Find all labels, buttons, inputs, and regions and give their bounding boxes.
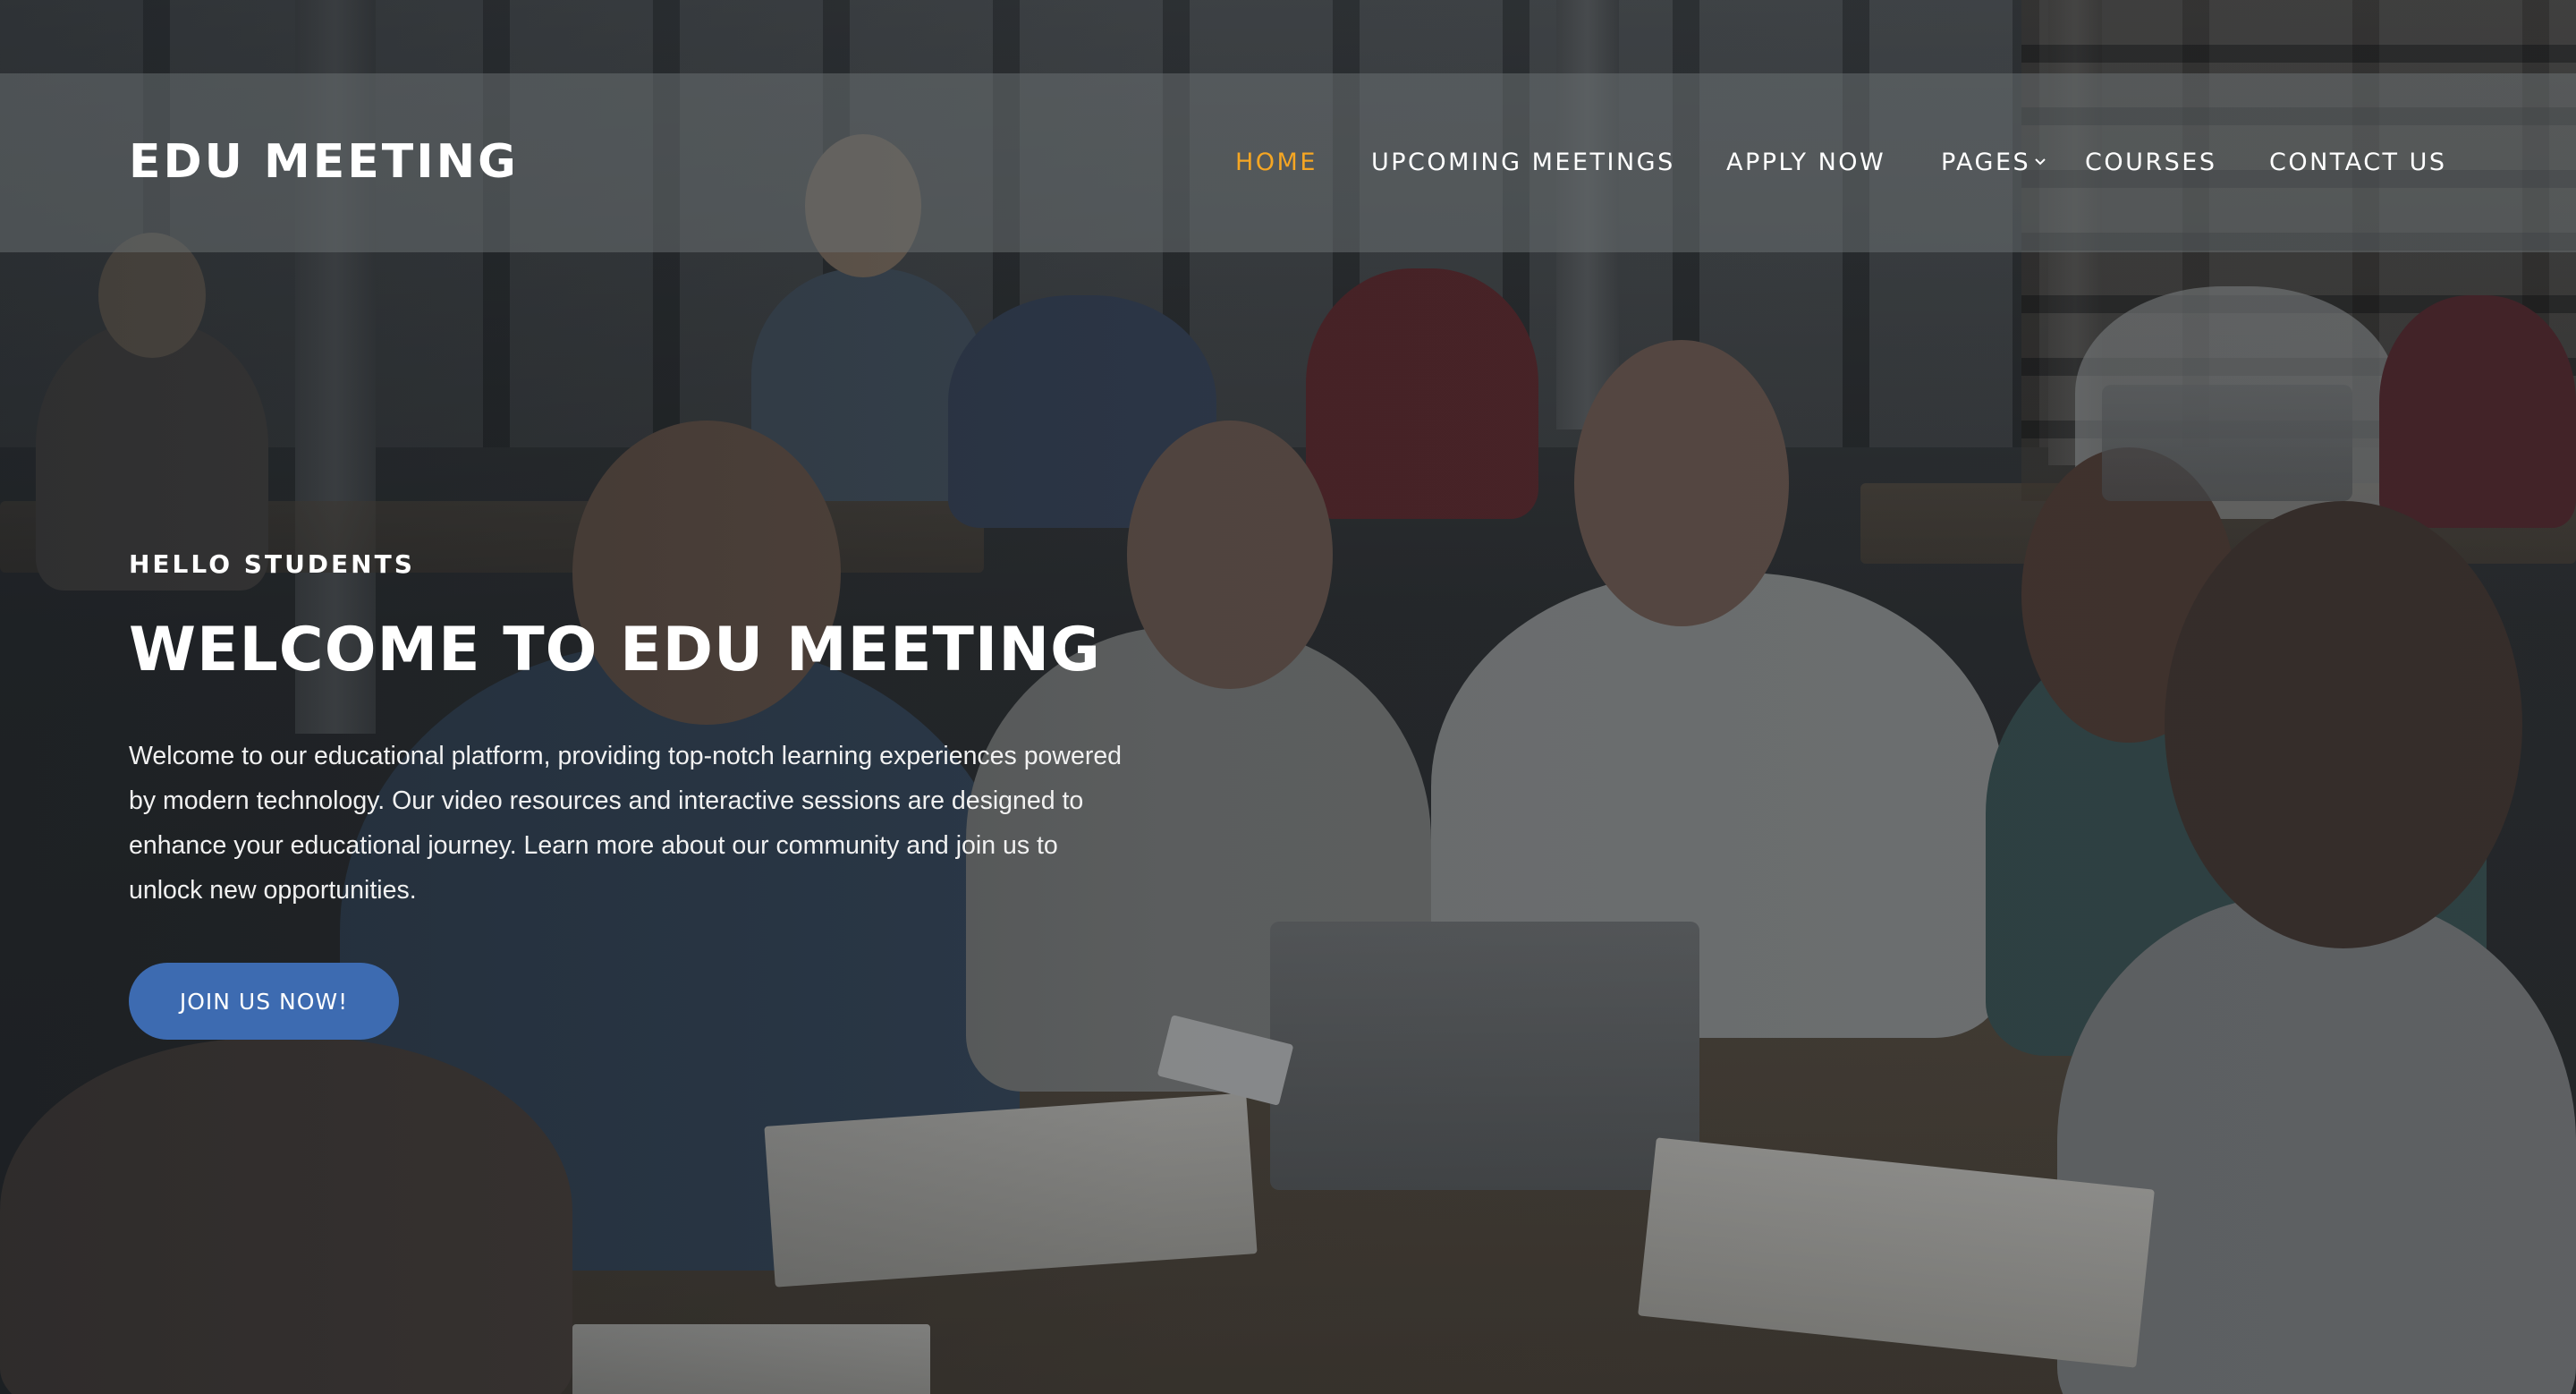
nav-item-home[interactable]: HOME [1235,149,1318,177]
site-logo[interactable]: EDU MEETING [129,139,519,185]
hero-title: WELCOME TO EDU MEETING [129,615,1101,685]
nav-item-apply-now[interactable]: APPLY NOW [1726,149,1885,177]
nav-item-courses[interactable]: COURSES [2085,149,2216,177]
join-us-button[interactable]: JOIN US NOW! [129,963,399,1040]
nav-item-pages[interactable]: PAGES [1941,149,2030,177]
hero-description: Welcome to our educational platform, pro… [129,742,1123,905]
hero-kicker: HELLO STUDENTS [129,549,415,579]
chevron-down-icon[interactable] [2033,154,2047,168]
site-header: EDU MEETING HOME UPCOMING MEETINGS APPLY… [0,73,2576,252]
nav-item-contact-us[interactable]: CONTACT US [2269,149,2447,177]
nav-item-upcoming-meetings[interactable]: UPCOMING MEETINGS [1371,149,1675,177]
